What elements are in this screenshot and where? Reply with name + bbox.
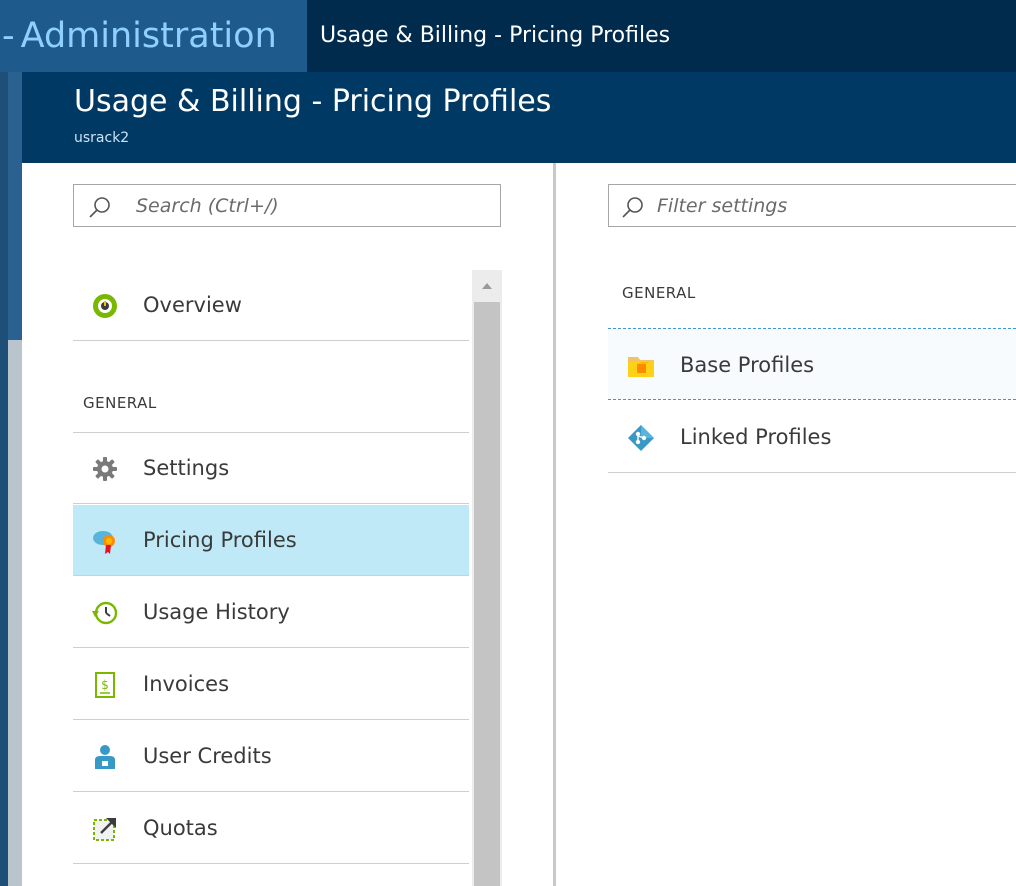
breadcrumb-dash: - — [2, 16, 15, 56]
settings-section-general: GENERAL — [622, 284, 696, 302]
search-icon — [89, 197, 110, 218]
chevron-up-icon — [482, 283, 492, 289]
administration-label: Administration — [20, 16, 277, 56]
quota-icon — [93, 818, 116, 841]
breadcrumb-current[interactable]: Usage & Billing - Pricing Profiles — [320, 0, 670, 72]
blade-title: Usage & Billing - Pricing Profiles — [74, 84, 552, 119]
settings-item-label: Linked Profiles — [680, 425, 832, 449]
top-bar: - Administration Usage & Billing - Pricin… — [0, 0, 1016, 72]
settings-item-linked-profiles[interactable]: Linked Profiles — [608, 401, 1016, 473]
pricing-profile-icon — [93, 531, 115, 554]
menu-item-invoices[interactable]: $ Invoices — [73, 649, 469, 720]
administration-tile[interactable]: - Administration — [0, 0, 307, 72]
overview-icon — [93, 294, 117, 318]
filter-placeholder: Filter settings — [657, 195, 788, 217]
menu-item-label: User Credits — [143, 744, 272, 768]
menu-item-label: Pricing Profiles — [143, 528, 297, 552]
blade-header: Usage & Billing - Pricing Profiles usrac… — [22, 72, 1016, 163]
settings-item-base-profiles[interactable]: Base Profiles — [608, 328, 1016, 400]
invoice-icon: $ — [95, 672, 115, 698]
scroll-up-button[interactable] — [472, 270, 502, 300]
history-icon — [92, 601, 118, 625]
menu-section-general: GENERAL — [83, 394, 157, 412]
folder-icon — [628, 357, 654, 377]
menu-item-quotas[interactable]: Quotas — [73, 793, 469, 864]
menu-item-settings[interactable]: Settings — [73, 433, 469, 504]
search-placeholder: Search (Ctrl+/) — [136, 195, 279, 217]
menu-item-pricing-profiles[interactable]: Pricing Profiles — [73, 505, 469, 576]
menu-item-label: Overview — [143, 293, 242, 317]
search-input[interactable]: Search (Ctrl+/) — [73, 184, 501, 227]
scroll-thumb[interactable] — [474, 302, 500, 886]
user-icon — [95, 745, 115, 769]
menu-item-label: Quotas — [143, 816, 218, 840]
menu-item-overview[interactable]: Overview — [73, 270, 469, 341]
pane-divider[interactable] — [553, 163, 556, 886]
link-diamond-icon — [628, 425, 654, 451]
menu-item-usage-history[interactable]: Usage History — [73, 577, 469, 648]
gear-icon — [93, 457, 117, 481]
menu-scrollbar[interactable] — [472, 270, 502, 886]
blade-subtitle: usrack2 — [74, 130, 130, 146]
settings-item-label: Base Profiles — [680, 353, 815, 377]
menu-item-label: Usage History — [143, 600, 290, 624]
previous-blade-edge — [0, 72, 22, 886]
menu-item-label: Invoices — [143, 672, 230, 696]
menu-item-label: Settings — [143, 456, 230, 480]
svg-text:$: $ — [101, 678, 109, 692]
filter-settings-input[interactable]: Filter settings — [608, 184, 1016, 227]
previous-blade-scrollbar — [8, 340, 22, 886]
menu-item-user-credits[interactable]: User Credits — [73, 721, 469, 792]
search-icon — [622, 197, 643, 218]
